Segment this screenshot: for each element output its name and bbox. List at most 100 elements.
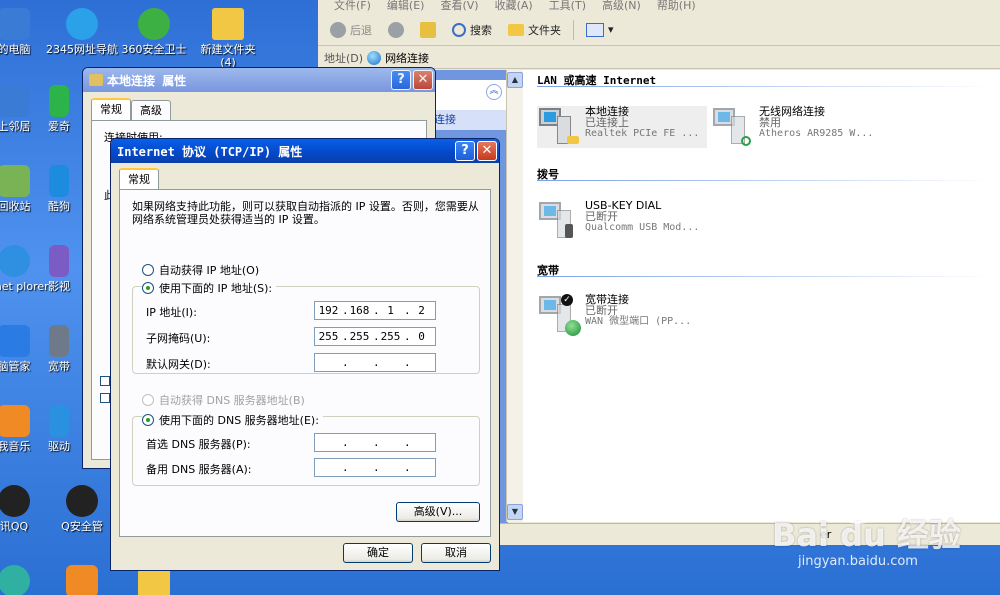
- search-button[interactable]: 搜索: [448, 20, 496, 40]
- penguin-icon: [66, 485, 98, 517]
- radio-dot: [142, 394, 154, 406]
- connection-broadband[interactable]: ✓ 宽带连接 已断开 WAN 微型端口 (PP...: [537, 294, 707, 336]
- desktop-icon-label: 酷狗: [48, 200, 70, 213]
- desktop-broadband-icon[interactable]: 宽带: [34, 325, 84, 373]
- video-icon: [49, 85, 69, 117]
- desktop-qq-security-icon[interactable]: Q安全管: [46, 485, 118, 533]
- close-button[interactable]: ✕: [413, 70, 433, 90]
- desktop-extra-icon[interactable]: [0, 565, 50, 595]
- tab-general[interactable]: 常规: [91, 98, 131, 120]
- baidu-watermark: Bai du 经验 jingyan.baidu.com: [768, 490, 998, 595]
- dialup-connection-icon: [537, 200, 579, 242]
- dialog-title: Internet 协议 (TCP/IP) 属性: [117, 144, 303, 159]
- gateway-field[interactable]: ...: [314, 353, 436, 372]
- desktop-2345-icon[interactable]: 2345网址导航: [46, 8, 118, 56]
- search-icon: [452, 22, 466, 37]
- ip-octet: 192: [318, 304, 339, 317]
- desktop-icon-label: 爱奇: [48, 120, 70, 133]
- desktop-folder-icon[interactable]: 新建文件夹 (4): [192, 8, 264, 69]
- checkbox[interactable]: [100, 376, 110, 386]
- subnet-mask-field[interactable]: 255. 255. 255. 0: [314, 327, 436, 346]
- desktop-360-icon[interactable]: 360安全卫士: [118, 8, 190, 56]
- group-divider: [537, 180, 997, 181]
- connection-local[interactable]: 本地连接 已连接上 Realtek PCIe FE ...: [537, 106, 707, 148]
- forward-arrow-icon: [388, 21, 404, 38]
- menu-favorites[interactable]: 收藏(A): [489, 0, 539, 14]
- desktop-icon-label: Q安全管: [61, 520, 103, 533]
- shield-icon: [0, 325, 30, 357]
- network-icon: [0, 85, 30, 117]
- auto-dns-radio[interactable]: 自动获得 DNS 服务器地址(B): [142, 392, 305, 408]
- manual-dns-radio[interactable]: 使用下面的 DNS 服务器地址(E):: [142, 412, 323, 428]
- dialog-titlebar: Internet 协议 (TCP/IP) 属性 ? ✕: [111, 139, 499, 163]
- menu-edit[interactable]: 编辑(E): [381, 0, 431, 14]
- task-pane-link[interactable]: 连接: [428, 110, 508, 130]
- back-label: 后退: [350, 23, 372, 37]
- connection-usb-key[interactable]: USB-KEY DIAL 已断开 Qualcomm USB Mod...: [537, 200, 707, 242]
- menu-view[interactable]: 查看(V): [434, 0, 484, 14]
- connection-status: 禁用: [759, 116, 781, 129]
- forward-button[interactable]: [384, 20, 408, 40]
- desktop-driver-icon[interactable]: 驱动: [34, 405, 84, 453]
- address-input[interactable]: 网络连接: [385, 50, 429, 66]
- ip-label: IP 地址(I):: [146, 306, 197, 319]
- desktop-icon-label: 宽带: [48, 360, 70, 373]
- collapse-icon[interactable]: ︽: [486, 84, 502, 100]
- app-icon: [0, 565, 30, 595]
- folders-button[interactable]: 文件夹: [504, 20, 565, 40]
- scrollbar[interactable]: ▲ ▼: [506, 70, 523, 522]
- tab-advanced[interactable]: 高级: [131, 100, 171, 120]
- help-button[interactable]: ?: [391, 70, 411, 90]
- help-button[interactable]: ?: [455, 141, 475, 161]
- manual-ip-radio[interactable]: 使用下面的 IP 地址(S):: [142, 280, 277, 296]
- desktop-kugou-icon[interactable]: 酷狗: [34, 165, 84, 213]
- desktop-extra-icon[interactable]: [46, 565, 118, 595]
- desktop-icon-label: 的电脑: [0, 43, 31, 56]
- desktop-icon-label: 讯QQ: [0, 520, 29, 533]
- desktop-video-icon[interactable]: 影视: [34, 245, 84, 293]
- network-icon: [49, 325, 69, 357]
- paw-icon: [838, 490, 878, 524]
- menu-file[interactable]: 文件(F): [328, 0, 377, 14]
- scroll-up-button[interactable]: ▲: [507, 72, 523, 88]
- my-computer-icon[interactable]: 的电脑: [0, 8, 50, 56]
- desktop-icon-label: 驱动: [48, 440, 70, 453]
- auto-ip-radio[interactable]: 自动获得 IP 地址(O): [142, 262, 259, 278]
- broadband-connection-icon: ✓: [537, 294, 581, 336]
- desktop-iqiyi-icon[interactable]: 爱奇: [34, 85, 84, 133]
- views-icon: [586, 22, 604, 37]
- ip-octet: 2: [418, 304, 425, 317]
- ok-button[interactable]: 确定: [343, 543, 413, 563]
- app-icon: [66, 565, 98, 595]
- desktop-qq-icon[interactable]: 讯QQ: [0, 485, 50, 533]
- shield-icon: [138, 8, 170, 40]
- close-button[interactable]: ✕: [477, 141, 497, 161]
- advanced-button[interactable]: 高级(V)...: [396, 502, 480, 522]
- menu-tools[interactable]: 工具(T): [543, 0, 592, 14]
- check-icon: ✓: [561, 294, 573, 306]
- radio-dot: [142, 264, 154, 276]
- ip-address-field[interactable]: 192. 168. 1. 2: [314, 301, 436, 320]
- desktop-icon-label: 2345网址导航: [46, 43, 118, 56]
- network-globe-icon: [367, 50, 382, 65]
- music-icon: [49, 165, 69, 197]
- views-button[interactable]: ▾: [582, 21, 618, 39]
- desktop-icon-label: 360安全卫士: [121, 43, 187, 56]
- menu-help[interactable]: 帮助(H): [651, 0, 702, 14]
- dialog-title: 本地连接 属性: [107, 73, 187, 88]
- tab-general[interactable]: 常规: [119, 168, 159, 190]
- back-button[interactable]: 后退: [326, 20, 376, 40]
- menu-advanced[interactable]: 高级(N): [596, 0, 647, 14]
- connection-device: WAN 微型端口 (PP...: [585, 316, 692, 327]
- alternate-dns-field[interactable]: ...: [314, 458, 436, 477]
- preferred-dns-field[interactable]: ...: [314, 433, 436, 452]
- connection-wireless[interactable]: 无线网络连接 禁用 Atheros AR9285 W...: [711, 106, 881, 148]
- ip-octet: 255: [318, 330, 339, 343]
- desktop-icon-label: 新建文件夹 (4): [200, 43, 256, 69]
- checkbox[interactable]: [100, 393, 110, 403]
- cancel-button[interactable]: 取消: [421, 543, 491, 563]
- up-button[interactable]: [416, 20, 440, 40]
- scroll-down-button[interactable]: ▼: [507, 504, 523, 520]
- browser-icon: [66, 8, 98, 40]
- watermark-url: jingyan.baidu.com: [798, 554, 918, 569]
